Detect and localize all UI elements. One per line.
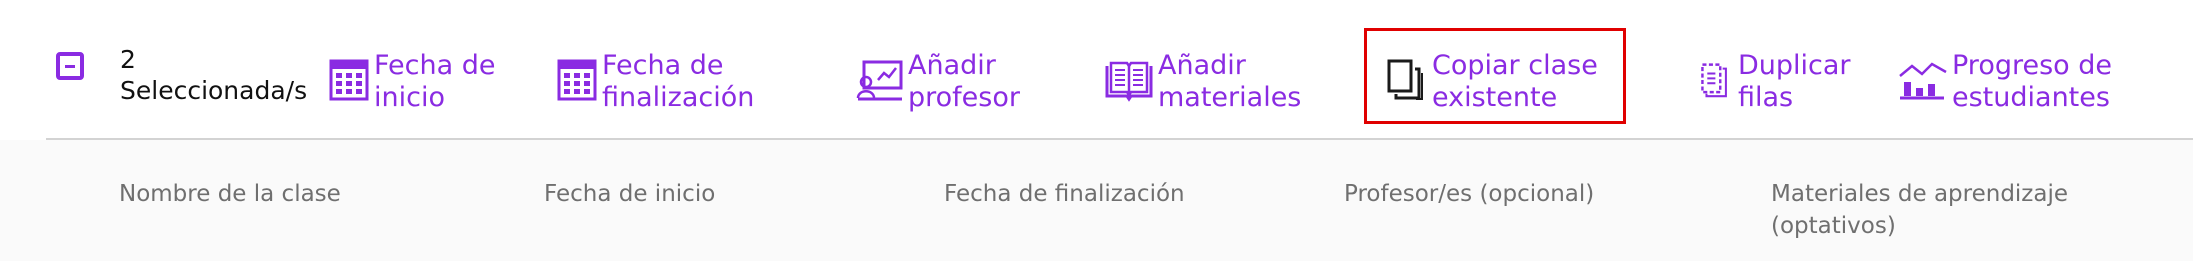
calendar-icon <box>557 59 597 101</box>
class-list-page: 2 Seleccionada/s Fecha de inicio Fecha d… <box>0 0 2193 261</box>
teacher-board-icon <box>856 60 903 101</box>
column-header-learning-materials: Materiales de aprendizaje (optativos) <box>1771 181 2069 239</box>
student-progress-button[interactable]: Progreso de estudiantes <box>1898 50 2112 114</box>
add-teacher-button[interactable]: Añadir profesor <box>856 50 1020 114</box>
deselect-all-checkbox[interactable] <box>56 52 84 80</box>
add-teacher-label: Añadir profesor <box>908 50 1020 113</box>
duplicate-rows-label: Duplicar filas <box>1738 50 1851 113</box>
progress-chart-icon <box>1899 62 1947 100</box>
highlight-box <box>1364 28 1626 124</box>
open-book-icon <box>1105 61 1153 102</box>
column-header-teachers: Profesor/es (opcional) <box>1344 181 1595 207</box>
duplicate-rows-button[interactable]: Duplicar filas <box>1700 50 1851 114</box>
selection-count-number: 2 <box>120 45 136 74</box>
set-end-date-button[interactable]: Fecha de finalización <box>556 50 754 114</box>
add-materials-label: Añadir materiales <box>1158 50 1302 113</box>
column-header-class-name: Nombre de la clase <box>119 181 341 207</box>
calendar-icon <box>329 59 369 101</box>
bulk-actions-toolbar: 2 Seleccionada/s Fecha de inicio Fecha d… <box>0 0 2193 138</box>
add-materials-button[interactable]: Añadir materiales <box>1104 50 1301 114</box>
column-header-end-date: Fecha de finalización <box>944 181 1185 207</box>
student-progress-label: Progreso de estudiantes <box>1952 50 2113 113</box>
set-end-date-label: Fecha de finalización <box>602 50 755 113</box>
set-start-date-label: Fecha de inicio <box>374 50 496 113</box>
selection-count-label: Seleccionada/s <box>120 76 308 105</box>
column-header-start-date: Fecha de inicio <box>544 181 716 207</box>
table-header-row: Nombre de la clase Fecha de inicio Fecha… <box>0 140 2193 261</box>
selection-count: 2 Seleccionada/s <box>120 44 307 106</box>
set-start-date-button[interactable]: Fecha de inicio <box>328 50 496 114</box>
duplicate-rows-icon <box>1701 63 1727 98</box>
